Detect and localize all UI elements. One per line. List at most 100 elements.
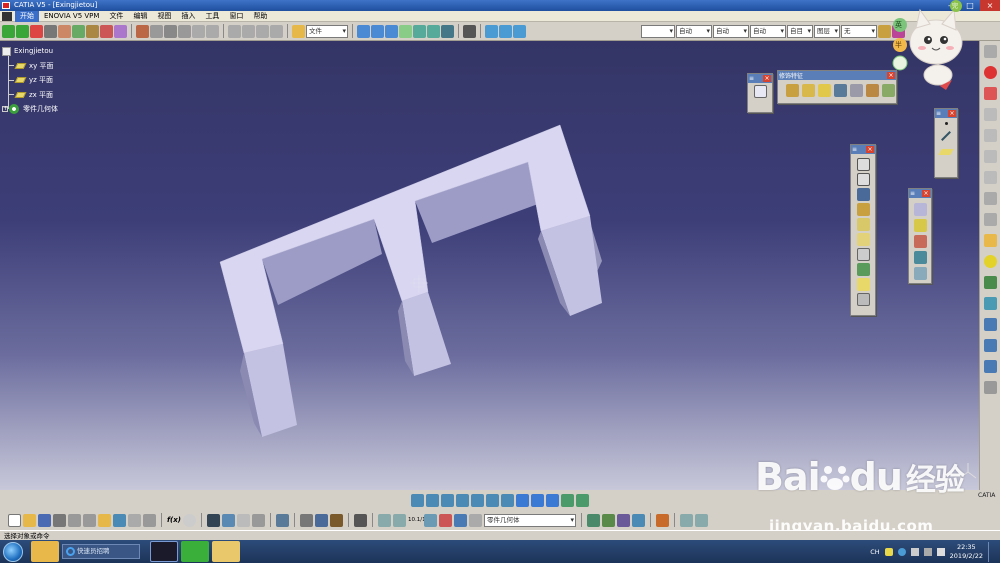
shaft-icon[interactable]	[856, 188, 870, 201]
table-edit-icon[interactable]	[206, 513, 220, 527]
pan-icon[interactable]	[441, 493, 454, 507]
layer-combo[interactable]: 文件	[306, 24, 348, 38]
geometry-set-icon[interactable]	[377, 513, 391, 527]
paste-icon[interactable]	[98, 513, 111, 527]
constraint-tool-icon[interactable]	[299, 513, 313, 527]
point-icon[interactable]	[944, 122, 948, 125]
hole-icon[interactable]	[856, 218, 870, 231]
sketch-icon[interactable]	[164, 24, 177, 38]
fill-color-combo[interactable]	[641, 24, 675, 38]
tree-item-yz-plane[interactable]: yz 平面	[2, 73, 58, 88]
toolbar-grip[interactable]: ≡	[910, 190, 915, 197]
scene-icon[interactable]	[631, 513, 645, 527]
toolbar-grip[interactable]: ≡	[936, 110, 941, 117]
insert-body-icon[interactable]	[423, 513, 437, 527]
pad-icon[interactable]	[856, 158, 870, 171]
menu-edit[interactable]: 编辑	[128, 11, 152, 22]
stiffener-icon[interactable]	[856, 263, 870, 276]
menu-tools[interactable]: 工具	[200, 11, 224, 22]
palette-icon[interactable]	[114, 24, 127, 38]
close-button[interactable]: ×	[980, 0, 1000, 11]
menu-start[interactable]: 开始	[15, 10, 39, 22]
surface-icon[interactable]	[399, 24, 412, 38]
stop-icon[interactable]	[983, 66, 997, 79]
scaling-icon[interactable]	[913, 251, 927, 264]
rib-icon[interactable]	[856, 233, 870, 246]
misc-combo-1[interactable]: 自目	[787, 24, 813, 38]
shell-icon[interactable]	[834, 84, 847, 97]
align-icon[interactable]	[30, 24, 43, 38]
cut-icon[interactable]	[68, 513, 81, 527]
tree-item-zx-plane[interactable]: zx 平面	[2, 88, 58, 103]
spline-icon[interactable]	[357, 24, 370, 38]
define-work-object-icon[interactable]	[453, 513, 467, 527]
mark-icon[interactable]	[100, 24, 113, 38]
hide-icon[interactable]	[983, 192, 997, 205]
network-icon[interactable]	[923, 547, 932, 556]
taskbar-search[interactable]: 快速员招聘	[62, 544, 140, 559]
clash-icon[interactable]	[256, 24, 269, 38]
taskbar-app-wechat[interactable]	[181, 541, 209, 562]
start-button[interactable]	[3, 541, 23, 562]
zoom-out-icon[interactable]	[486, 493, 499, 507]
lineweight-combo[interactable]: 自动	[750, 24, 786, 38]
thickness-icon[interactable]	[850, 84, 863, 97]
help-tray-icon[interactable]	[897, 547, 906, 556]
publish-icon[interactable]	[485, 24, 498, 38]
panel-close-button[interactable]: ×	[922, 190, 930, 197]
shading-mode-icon[interactable]	[546, 493, 559, 507]
panel-close-button[interactable]: ×	[948, 110, 956, 117]
dimension-icon[interactable]	[983, 129, 997, 142]
groove-icon[interactable]	[856, 203, 870, 216]
hide-show-icon[interactable]	[561, 493, 574, 507]
sphere-icon[interactable]	[983, 255, 997, 268]
exit-sketch-icon[interactable]	[983, 87, 997, 100]
fit-all-icon[interactable]	[426, 493, 439, 507]
section-icon[interactable]	[242, 24, 255, 38]
studio-icon[interactable]	[616, 513, 630, 527]
measure-between-icon[interactable]	[983, 318, 997, 331]
formula-icon[interactable]: f(x)	[167, 516, 181, 524]
pocket-icon[interactable]	[856, 173, 870, 186]
pencil-icon[interactable]	[58, 24, 71, 38]
iso-view-icon[interactable]	[531, 493, 544, 507]
panel-close-button[interactable]: ×	[763, 75, 771, 82]
compass-tool-icon[interactable]	[86, 24, 99, 38]
profile-icon[interactable]	[983, 150, 997, 163]
render-icon[interactable]	[413, 24, 426, 38]
surface-ops-icon[interactable]	[983, 297, 997, 310]
analysis-icon[interactable]	[228, 24, 241, 38]
catalog-browser-icon[interactable]	[236, 513, 250, 527]
menu-enovia[interactable]: ENOVIA V5 VPM	[39, 11, 104, 22]
tree-item-xy-plane[interactable]: xy 平面	[2, 59, 58, 74]
grid-icon[interactable]	[178, 24, 191, 38]
zoom-in-icon[interactable]	[471, 493, 484, 507]
clock[interactable]: 22:35 2019/2/22	[950, 543, 983, 561]
table-icon[interactable]	[150, 24, 163, 38]
axis-system-icon[interactable]	[983, 339, 997, 352]
tree-item-part-body[interactable]: + 零件几何体	[2, 102, 58, 117]
undo-icon[interactable]	[113, 513, 126, 527]
misc-combo-2[interactable]: 图层	[814, 24, 840, 38]
tree-reorder-icon[interactable]	[438, 513, 452, 527]
line-icon[interactable]	[941, 131, 951, 141]
language-indicator[interactable]: CH	[870, 548, 879, 556]
translation-icon[interactable]	[913, 203, 927, 216]
comment-icon[interactable]	[182, 513, 196, 527]
3d-viewport[interactable]	[0, 41, 979, 490]
thread-icon[interactable]	[866, 84, 879, 97]
move-icon[interactable]	[2, 24, 15, 38]
flag-icon[interactable]	[910, 547, 919, 556]
menu-window[interactable]: 窗口	[224, 11, 248, 22]
rotate-icon[interactable]	[456, 493, 469, 507]
measure-item-icon[interactable]	[353, 513, 367, 527]
normal-view-icon[interactable]	[501, 493, 514, 507]
pattern-icon[interactable]	[913, 235, 927, 248]
expand-toggle[interactable]: +	[2, 106, 8, 113]
new-file-icon[interactable]	[8, 513, 21, 527]
taskbar-app-catia[interactable]	[150, 541, 178, 562]
grid-toggle-icon[interactable]	[983, 360, 997, 373]
knowledge-icon[interactable]	[221, 513, 235, 527]
chamfer-icon[interactable]	[802, 84, 815, 97]
multi-section-icon[interactable]	[856, 278, 870, 291]
